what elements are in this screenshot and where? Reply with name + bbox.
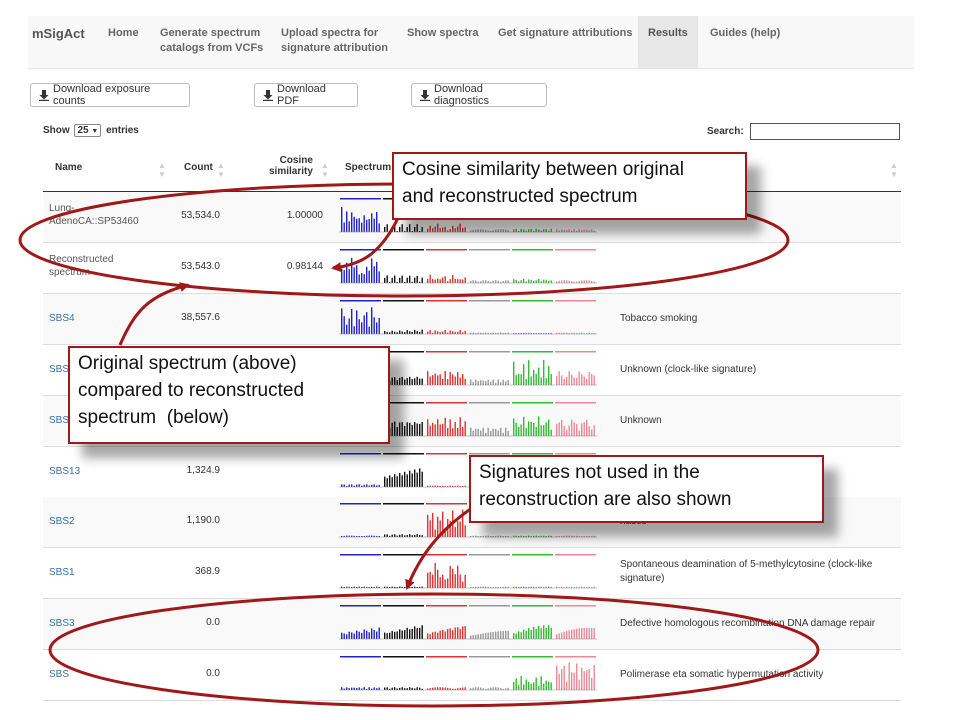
arrow-unused [405, 506, 473, 590]
callout-original-vs-reconstructed: Original spectrum (above) compared to re… [68, 346, 390, 444]
arrow-original [118, 282, 190, 346]
arrow-cosine [331, 217, 400, 273]
callout-unused-signatures: Signatures not used in the reconstructio… [469, 455, 824, 523]
callout-cosine: Cosine similarity between original and r… [392, 152, 747, 220]
ellipse-bottom-rows [48, 592, 820, 708]
